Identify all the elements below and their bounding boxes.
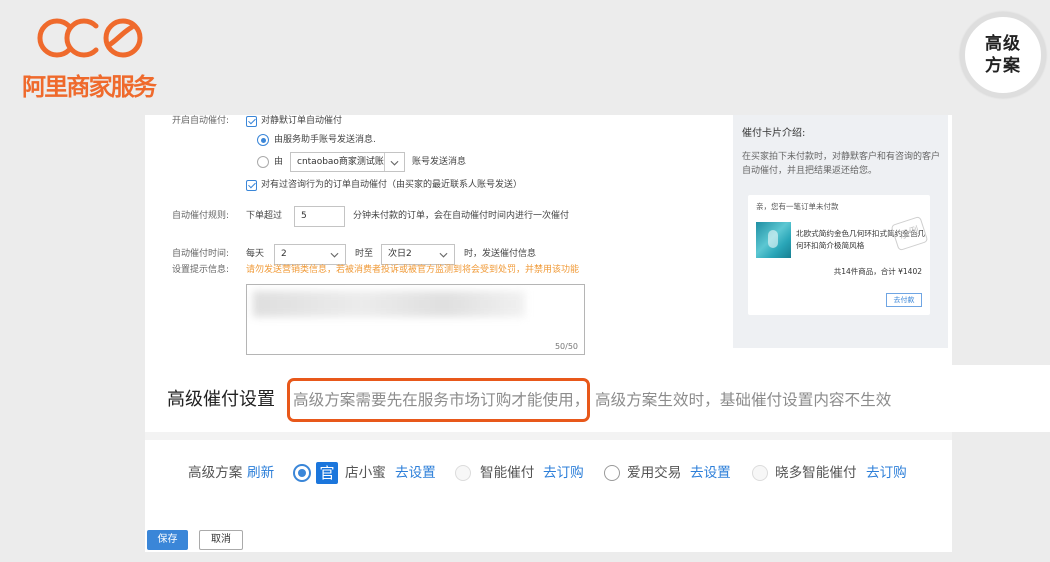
advanced-plan-row: 高级方案 刷新 官 店小蜜 去设置 智能催付 去订购 爱用交易 去设置 晓多智能…	[145, 440, 952, 515]
advanced-settings-title: 高级催付设置	[167, 389, 275, 410]
advanced-notice-rest: 高级方案生效时，基础催付设置内容不生效	[595, 391, 892, 409]
sender-service-label: 由服务助手账号发送消息.	[274, 135, 376, 145]
card-intro-description: 在买家拍下未付款时，对静默客户和有咨询的客户自动催付，并且把结果返还给您。	[742, 152, 941, 176]
sender-account-suffix: 账号发送消息	[412, 157, 467, 167]
section-divider	[145, 432, 952, 440]
refresh-link[interactable]: 刷新	[247, 465, 274, 481]
consult-orders-checkbox[interactable]	[246, 180, 257, 191]
blurred-message-content	[253, 291, 525, 317]
badge-line-1: 高级	[985, 34, 1021, 54]
silent-orders-label: 对静默订单自动催付	[261, 116, 343, 126]
save-button[interactable]: 保存	[147, 530, 188, 550]
auto-urge-label: 开启自动催付:	[172, 116, 230, 126]
badge-line-2: 方案	[985, 56, 1021, 76]
end-hour-select[interactable]: 次日2	[381, 244, 455, 265]
plan-action-dianxiaomi[interactable]: 去设置	[395, 465, 436, 481]
plan-radio-aiyong[interactable]	[604, 465, 620, 481]
time-prefix: 每天	[246, 249, 265, 259]
chevron-down-icon	[390, 160, 399, 166]
card-intro-panel: 催付卡片介绍: 在买家拍下未付款时，对静默客户和有咨询的客户自动催付，并且把结果…	[733, 115, 948, 348]
silent-orders-checkbox[interactable]	[246, 116, 257, 127]
preview-pay-button: 去付款	[886, 293, 922, 307]
message-textarea[interactable]: 50/50	[246, 284, 585, 355]
time-middle: 时至	[355, 249, 374, 259]
advanced-settings-header: 高级催付设置 高级方案需要先在服务市场订购才能使用， 高级方案生效时，基础催付设…	[145, 365, 1050, 432]
card-preview: 亲，您有一笔订单未付款 北欧式简约金色几何环扣式简约金色几何环扣简介极简风格 示…	[748, 195, 930, 315]
form-actions: 保存 取消	[145, 515, 952, 552]
brand-logo-text: 阿里商家服务	[22, 73, 157, 101]
sender-account-radio[interactable]	[257, 156, 269, 168]
plans-label: 高级方案	[188, 465, 243, 481]
message-warning: 请勿发送营销类信息，若被消费者投诉或被官方监测到将会受到处罚，并禁用该功能	[246, 265, 580, 275]
minutes-input[interactable]: 5	[294, 206, 345, 227]
time-suffix: 时，发送催付信息	[464, 249, 537, 259]
plan-name-xiaoduo: 晓多智能催付	[775, 465, 857, 481]
brand-logo-icon	[37, 18, 143, 58]
minutes-value: 5	[301, 211, 307, 221]
official-badge-icon: 官	[316, 462, 338, 484]
sender-account-prefix: 由	[274, 157, 284, 167]
select-toggle[interactable]	[384, 153, 404, 171]
consult-orders-label: 对有过咨询行为的订单自动催付（由买家的最近联系人账号发送）	[261, 180, 523, 190]
product-thumbnail	[756, 222, 791, 258]
sender-account-select[interactable]: cntaobao商家测试账号	[290, 152, 405, 172]
plan-action-xiaoduo[interactable]: 去订购	[866, 465, 907, 481]
plan-radio-xiaoduo[interactable]	[752, 465, 768, 481]
plan-name-dianxiaomi: 店小蜜	[345, 465, 386, 481]
plan-badge: 高级 方案	[960, 12, 1046, 98]
start-hour-value: 2	[281, 249, 287, 259]
sender-account-value: cntaobao商家测试账号	[297, 157, 393, 167]
advanced-notice-highlighted: 高级方案需要先在服务市场订购才能使用，	[293, 391, 590, 409]
preview-greeting: 亲，您有一笔订单未付款	[756, 202, 839, 211]
rule-prefix: 下单超过	[246, 211, 283, 221]
plan-name-smart-urge: 智能催付	[480, 465, 535, 481]
sender-service-radio[interactable]	[257, 134, 269, 146]
chevron-down-icon	[439, 252, 448, 258]
end-hour-value: 次日2	[388, 249, 412, 259]
plan-radio-dianxiaomi[interactable]	[293, 464, 311, 482]
preview-summary: 共14件商品，合计 ¥1402	[833, 267, 922, 276]
rule-label: 自动催付规则:	[172, 211, 230, 221]
char-counter: 50/50	[554, 342, 578, 351]
chevron-down-icon	[330, 252, 339, 258]
plan-radio-smart-urge[interactable]	[455, 465, 471, 481]
plan-action-smart-urge[interactable]: 去订购	[543, 465, 584, 481]
plan-action-aiyong[interactable]: 去设置	[690, 465, 731, 481]
start-hour-select[interactable]: 2	[274, 244, 346, 265]
message-label: 设置提示信息:	[172, 265, 230, 275]
rule-suffix: 分钟未付款的订单，会在自动催付时间内进行一次催付	[353, 211, 570, 221]
cancel-button[interactable]: 取消	[199, 530, 243, 550]
card-intro-title: 催付卡片介绍:	[742, 128, 806, 139]
time-label: 自动催付时间:	[172, 249, 230, 259]
plan-name-aiyong: 爱用交易	[627, 465, 682, 481]
